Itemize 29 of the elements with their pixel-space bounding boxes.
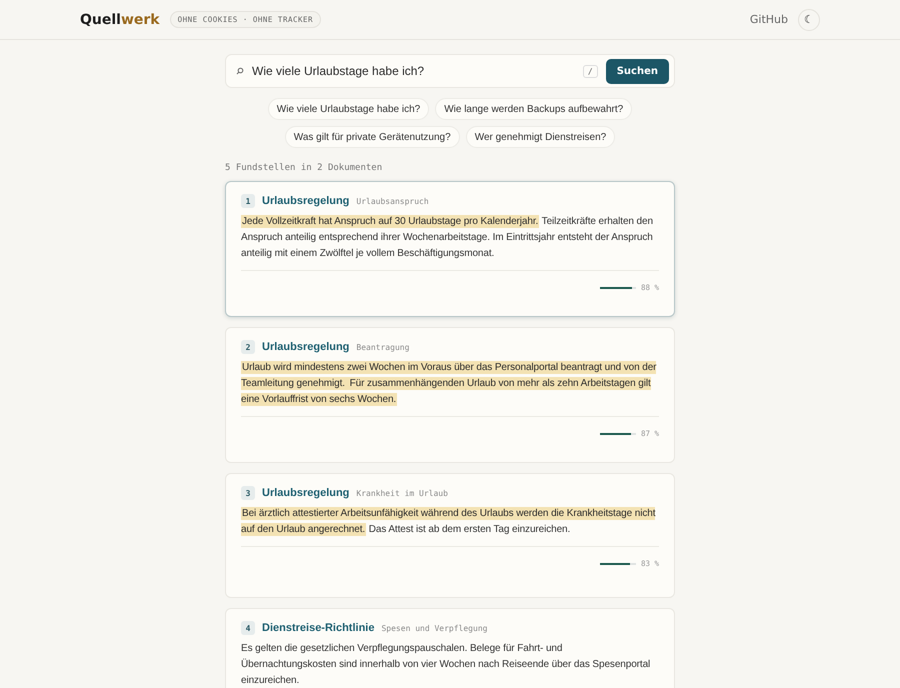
document-title: Urlaubsregelung: [262, 341, 350, 353]
document-title: Urlaubsregelung: [262, 487, 350, 499]
search-button[interactable]: Suchen: [606, 58, 669, 84]
document-title: Urlaubsregelung: [262, 195, 350, 207]
result-card[interactable]: [225, 181, 675, 317]
search-field[interactable]: Wie viele Urlaubstage habe ich? / Suchen: [225, 54, 675, 88]
result-text: Es gelten die gesetzlichen Verpflegungspauschalen. Belege für Fahrt- und Übernachtungskosten sind innerhalb von vier Wochen nach Reiseende über das Spesenportal einzureichen.: [241, 642, 652, 688]
section-name: Krankheit im Urlaub: [356, 488, 448, 498]
section-name: Spesen und Verpflegung: [381, 624, 488, 632]
suggestion-chip[interactable]: Wer genehmigt Dienstreisen?: [466, 126, 616, 148]
result-number: 1: [241, 194, 255, 208]
result-text: Bei ärztlich attestierter Arbeitsunfähigkeit während des Urlaubs werden die Krankheitstage nicht auf den Urlaub angerechnet. Das Attest ist ab dem ersten Tag einzureichen.: [241, 506, 656, 538]
result-text: Jede Vollzeitkraft hat Anspruch auf 30 Urlaubstage pro Kalenderjahr. Teilzeitkräfte erhalten den Anspruch anteilig entsprechend ihrer Wochenarbeitstage. Im Eintrittsjahr entsteht der Anspruch anteilig mit einem Zwölftel je vollem Beschäftigungsmonat.: [241, 214, 654, 261]
shortcut-key: /: [582, 64, 598, 78]
document-title: Dienstreise-Richtlinie: [262, 622, 374, 634]
logo: Quellwerk: [80, 12, 160, 28]
section-name: Beantragung: [356, 342, 410, 352]
github-link[interactable]: GitHub: [750, 13, 788, 26]
suggestion-chip[interactable]: Wie viele Urlaubstage habe ich?: [268, 98, 430, 120]
suggestion-chip[interactable]: Was gilt für private Gerätenutzung?: [284, 126, 460, 148]
result-number: 4: [241, 621, 255, 635]
suggestion-chip[interactable]: Wie lange werden Backups aufbewahrt?: [435, 98, 632, 120]
result-number: 3: [241, 486, 255, 500]
search-icon: [236, 67, 244, 75]
result-summary: 5 Fundstellen in 2 Dokumenten: [225, 163, 384, 173]
section-name: Urlaubsanspruch: [356, 196, 429, 206]
result-text: Urlaub wird mindestens zwei Wochen im Voraus über das Personalportal beantragt und von der Teamleitung genehmigt. Für zusammenhängenden Urlaub von mehr als zehn Arbeitstagen gilt eine Vorlauffrist von sechs Wochen.: [241, 360, 658, 408]
theme-toggle-button[interactable]: ☾: [798, 8, 820, 30]
result-number: 2: [241, 340, 255, 354]
